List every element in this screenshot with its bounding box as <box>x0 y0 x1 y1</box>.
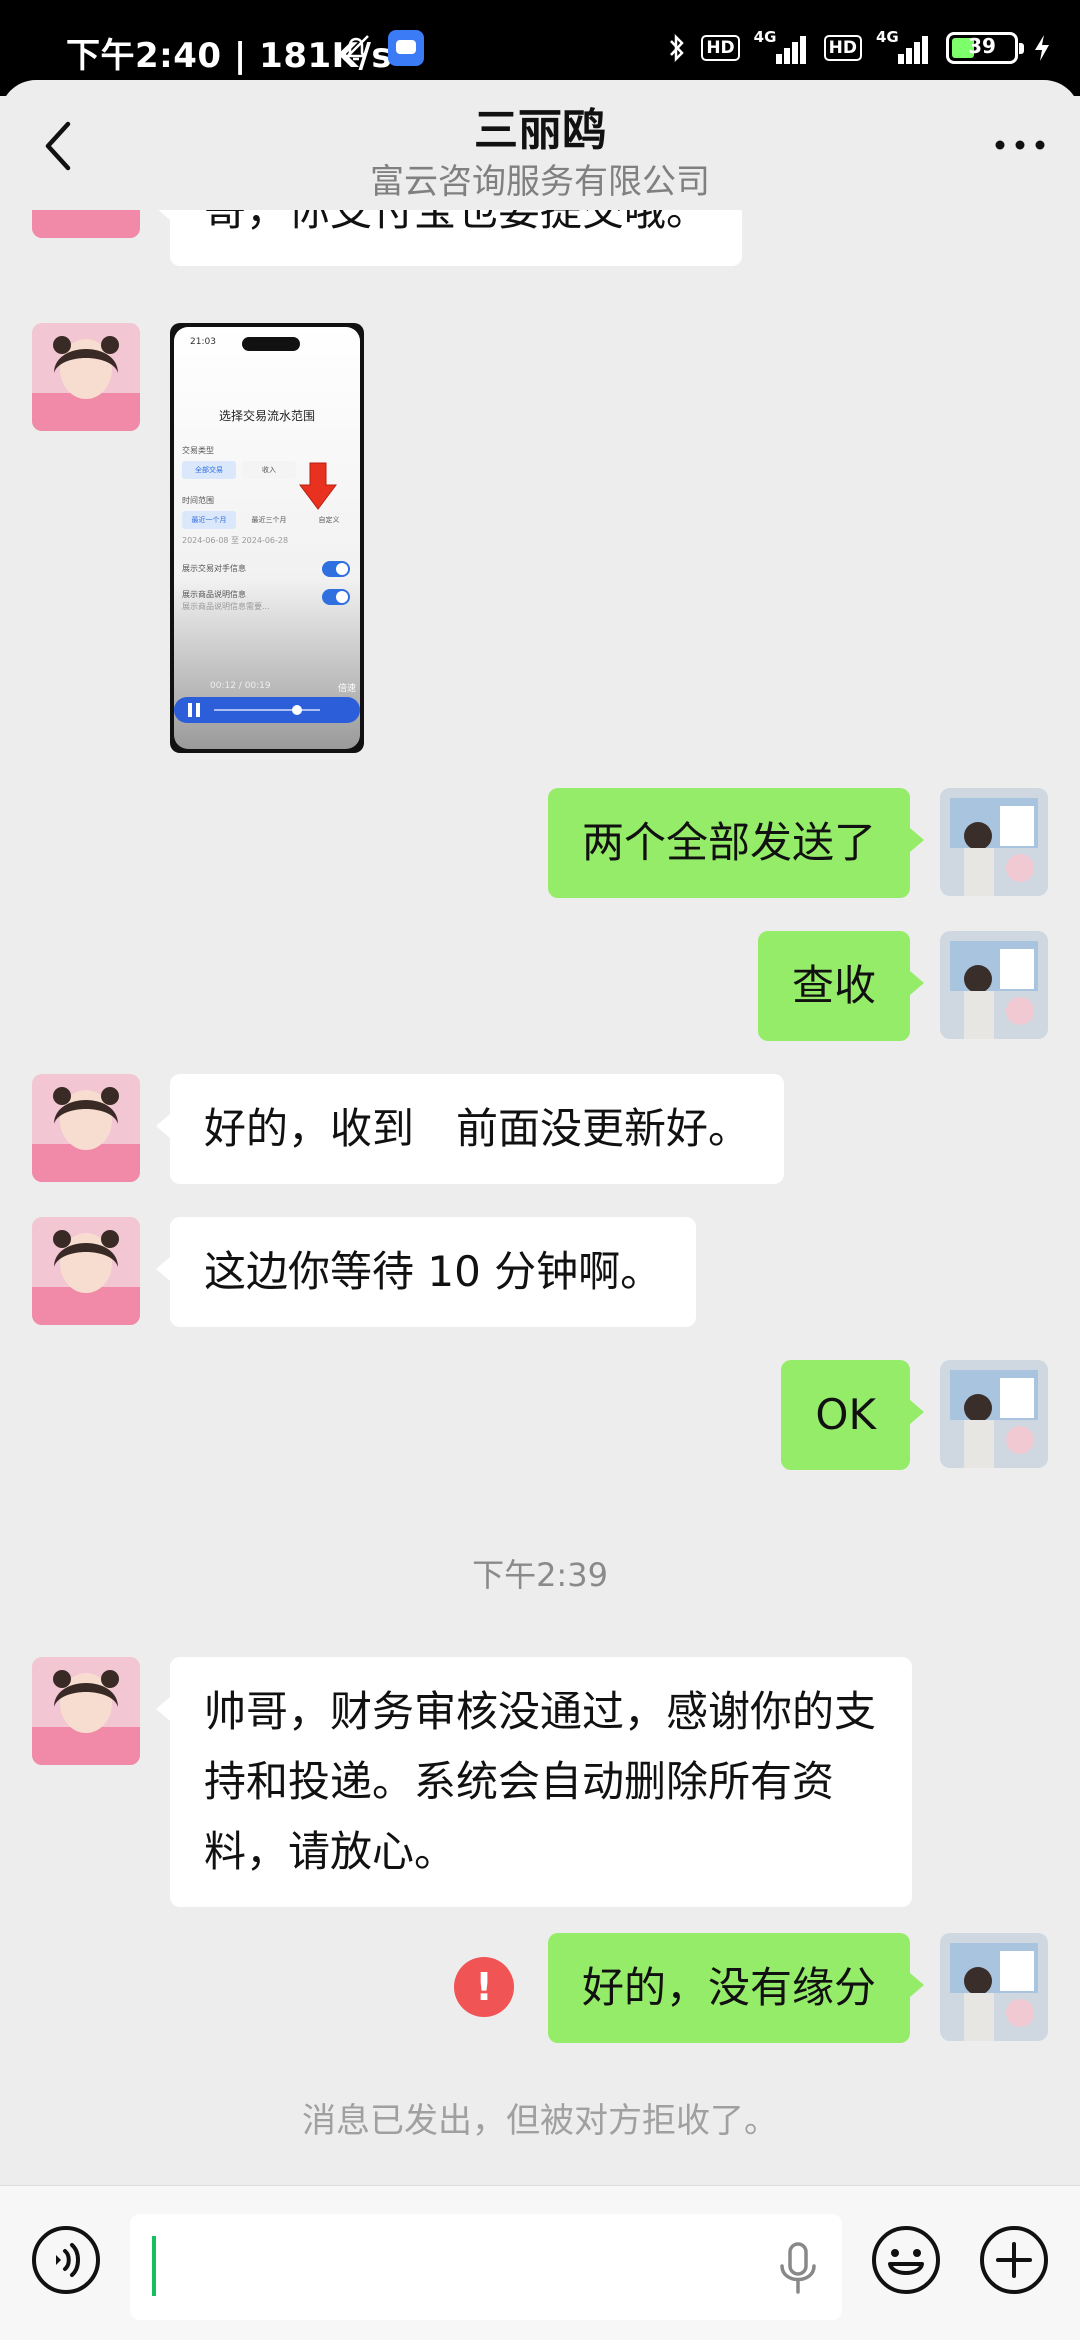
more-dots-icon[interactable] <box>992 130 1048 160</box>
contact-avatar[interactable] <box>32 1074 140 1182</box>
outgoing-bubble[interactable]: 好的，没有缘分 <box>547 1933 925 2043</box>
contact-avatar[interactable] <box>32 1217 140 1325</box>
hd-badge: HD <box>701 35 740 61</box>
my-avatar[interactable] <box>940 931 1048 1039</box>
time-separator: 下午2:39 <box>472 1556 608 1594</box>
incoming-bubble[interactable]: 好的，收到 前面没更新好。 <box>155 1074 785 1184</box>
chat-header: 三丽鸥 富云咨询服务有限公司 <box>0 80 1080 210</box>
signal-icon: 4G <box>754 28 810 66</box>
signal-icon-2: 4G <box>876 28 932 66</box>
input-bar <box>0 2185 1080 2340</box>
charging-bolt-icon <box>1035 35 1049 61</box>
seek-knob[interactable] <box>292 705 302 715</box>
message-row: 两个全部发送了 <box>0 788 1080 900</box>
message-row: 这边你等待 10 分钟啊。 <box>0 1217 1080 1329</box>
my-avatar[interactable] <box>940 788 1048 896</box>
outgoing-bubble[interactable]: 查收 <box>757 931 925 1041</box>
video-screen-title: 选择交易流水范围 <box>218 409 315 423</box>
chat-area[interactable]: 哥，你支付宝也要提交哦。 21:03 选择交易流水范围 交易类型 全部交易 收入… <box>0 210 1080 2185</box>
voice-icon[interactable] <box>30 2224 102 2296</box>
send-failed-icon[interactable]: ! <box>454 1957 514 2017</box>
battery-icon: 39 <box>946 32 1024 64</box>
pause-icon[interactable] <box>188 703 200 717</box>
incoming-bubble[interactable]: 哥，你支付宝也要提交哦。 <box>155 210 743 266</box>
mute-bell-icon <box>343 35 369 61</box>
message-input[interactable] <box>130 2214 842 2320</box>
text-caret <box>152 2236 156 2296</box>
my-avatar[interactable] <box>940 1933 1048 2041</box>
rejected-notice: 消息已发出，但被对方拒收了。 <box>302 2101 778 2141</box>
mic-icon[interactable] <box>776 2240 820 2296</box>
chat-title: 三丽鸥 <box>474 105 606 156</box>
message-row: 查收 <box>0 931 1080 1043</box>
message-row: ! 好的，没有缘分 <box>0 1933 1080 2045</box>
outgoing-bubble[interactable]: OK <box>781 1360 924 1470</box>
contact-avatar[interactable] <box>32 210 140 238</box>
message-row: 21:03 选择交易流水范围 交易类型 全部交易 收入 时间范围 最近一个月 最… <box>0 323 1080 753</box>
emoji-icon[interactable] <box>870 2224 942 2296</box>
bluetooth-icon <box>670 33 685 63</box>
status-right-group: HD 4G HD 4G 39 <box>667 26 1052 70</box>
red-arrow-icon <box>299 462 337 510</box>
chat-subtitle: 富云咨询服务有限公司 <box>370 162 710 202</box>
hd-badge-2: HD <box>823 35 862 61</box>
plus-icon[interactable] <box>978 2224 1050 2296</box>
outgoing-bubble[interactable]: 两个全部发送了 <box>547 788 925 898</box>
video-message[interactable]: 21:03 选择交易流水范围 交易类型 全部交易 收入 时间范围 最近一个月 最… <box>170 323 364 753</box>
app-notification-icon <box>388 30 424 66</box>
incoming-bubble[interactable]: 帅哥，财务审核没通过，感谢你的支持和投递。系统会自动删除所有资料，请放心。 <box>156 1657 912 1907</box>
message-row: 帅哥，财务审核没通过，感谢你的支持和投递。系统会自动删除所有资料，请放心。 <box>0 1657 1080 1907</box>
video-preview: 21:03 选择交易流水范围 交易类型 全部交易 收入 时间范围 最近一个月 最… <box>174 327 360 749</box>
message-row: OK <box>0 1360 1080 1472</box>
message-row: 哥，你支付宝也要提交哦。 <box>0 210 1080 300</box>
contact-avatar[interactable] <box>32 323 140 431</box>
contact-avatar[interactable] <box>32 1657 140 1765</box>
video-player-bar[interactable] <box>174 697 360 723</box>
my-avatar[interactable] <box>940 1360 1048 1468</box>
message-row: 好的，收到 前面没更新好。 <box>0 1074 1080 1186</box>
incoming-bubble[interactable]: 这边你等待 10 分钟啊。 <box>155 1217 697 1327</box>
